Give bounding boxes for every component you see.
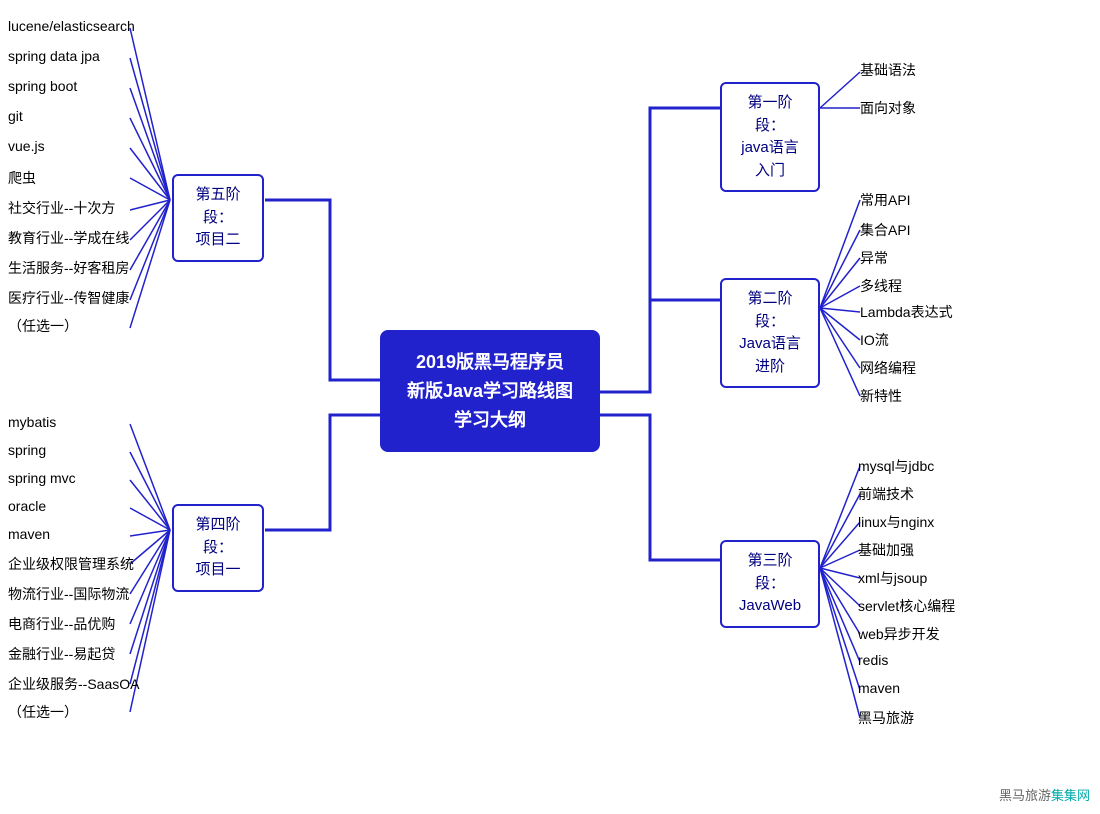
stage3-label1: 第三阶段：: [734, 550, 806, 595]
stage4-label1: 第四阶段：: [186, 514, 250, 559]
stage1-label2: java语言入门: [734, 137, 806, 182]
leaf-stage5-2: spring boot: [8, 78, 77, 94]
leaf-stage4-8: 金融行业--易起贷: [8, 644, 115, 664]
leaf-stage3-5: servlet核心编程: [858, 596, 955, 616]
leaf-stage5-0: lucene/elasticsearch: [8, 18, 135, 34]
leaf-stage3-8: maven: [858, 680, 900, 696]
leaf-stage2-7: 新特性: [860, 386, 902, 406]
leaf-stage5-7: 教育行业--学成在线: [8, 228, 129, 248]
leaf-stage4-7: 电商行业--品优购: [8, 614, 115, 634]
leaf-stage4-10: （任选一）: [8, 702, 78, 722]
leaf-stage2-4: Lambda表达式: [860, 302, 953, 322]
stage3-box: 第三阶段： JavaWeb: [720, 540, 820, 628]
center-node: 2019版黑马程序员 新版Java学习路线图学习大纲: [380, 330, 600, 452]
leaf-stage2-3: 多线程: [860, 276, 902, 296]
center-line2: 新版Java学习路线图学习大纲: [404, 377, 576, 435]
leaf-stage5-10: （任选一）: [8, 316, 78, 336]
leaf-stage4-9: 企业级服务--SaasOA: [8, 674, 139, 694]
leaf-stage3-9: 黑马旅游: [858, 708, 914, 728]
stage2-box: 第二阶段： Java语言进阶: [720, 278, 820, 388]
leaf-stage4-0: mybatis: [8, 414, 56, 430]
leaf-stage2-2: 异常: [860, 248, 888, 268]
leaf-stage3-6: web异步开发: [858, 624, 940, 644]
leaf-stage2-6: 网络编程: [860, 358, 916, 378]
leaf-stage2-0: 常用API: [860, 190, 911, 210]
leaf-stage5-3: git: [8, 108, 23, 124]
stage2-label1: 第二阶段：: [734, 288, 806, 333]
leaf-stage5-4: vue.js: [8, 138, 45, 154]
stage2-label2: Java语言进阶: [734, 333, 806, 378]
stage4-label2: 项目一: [186, 559, 250, 582]
stage5-label1: 第五阶段：: [186, 184, 250, 229]
leaf-stage4-3: oracle: [8, 498, 46, 514]
leaf-stage2-5: IO流: [860, 330, 889, 350]
leaf-stage3-2: linux与nginx: [858, 512, 934, 532]
leaf-stage4-1: spring: [8, 442, 46, 458]
center-line1: 2019版黑马程序员: [404, 348, 576, 377]
stage1-box: 第一阶段： java语言入门: [720, 82, 820, 192]
leaf-stage3-7: redis: [858, 652, 888, 668]
leaf-stage2-1: 集合API: [860, 220, 911, 240]
stage4-box: 第四阶段： 项目一: [172, 504, 264, 592]
leaf-stage5-8: 生活服务--好客租房: [8, 258, 129, 278]
leaf-stage1-1: 面向对象: [860, 98, 916, 118]
stage3-label2: JavaWeb: [734, 595, 806, 618]
leaf-stage5-9: 医疗行业--传智健康: [8, 288, 129, 308]
stage5-label2: 项目二: [186, 229, 250, 252]
leaf-stage4-5: 企业级权限管理系统: [8, 554, 134, 574]
leaf-stage4-4: maven: [8, 526, 50, 542]
leaf-stage3-0: mysql与jdbc: [858, 456, 934, 476]
leaf-stage3-1: 前端技术: [858, 484, 914, 504]
leaf-stage4-2: spring mvc: [8, 470, 76, 486]
leaf-stage1-0: 基础语法: [860, 60, 916, 80]
leaf-stage3-3: 基础加强: [858, 540, 914, 560]
leaf-stage5-5: 爬虫: [8, 168, 36, 188]
leaf-stage3-4: xml与jsoup: [858, 568, 927, 588]
leaf-stage5-1: spring data jpa: [8, 48, 100, 64]
leaf-stage5-6: 社交行业--十次方: [8, 198, 115, 218]
stage1-label1: 第一阶段：: [734, 92, 806, 137]
stage5-box: 第五阶段： 项目二: [172, 174, 264, 262]
leaf-stage4-6: 物流行业--国际物流: [8, 584, 129, 604]
